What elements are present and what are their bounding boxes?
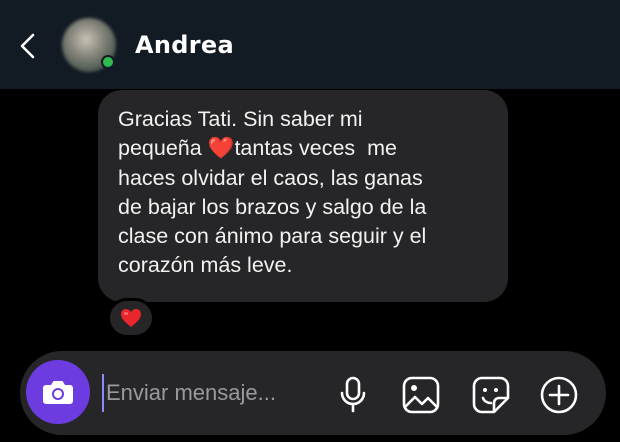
gallery-button[interactable] (400, 374, 442, 416)
reaction-badge[interactable]: ❤️ (107, 298, 155, 338)
message-input[interactable] (102, 374, 322, 412)
microphone-icon (340, 376, 366, 413)
heart-icon (121, 309, 141, 327)
camera-button[interactable] (26, 360, 90, 424)
message-text: Gracias Tati. Sin saber mi pequeña ❤️‍ta… (118, 107, 427, 278)
contact-name[interactable]: Andrea (135, 28, 234, 62)
chat-screen: Andrea Gracias Tati. Sin saber mi pequeñ… (0, 0, 620, 442)
chevron-left-icon (20, 33, 35, 59)
image-icon (402, 376, 440, 414)
sticker-button[interactable] (470, 374, 512, 416)
online-indicator (101, 55, 115, 69)
back-button[interactable] (12, 28, 44, 64)
more-options-button[interactable] (538, 374, 580, 416)
plus-circle-icon (540, 376, 578, 414)
sticker-icon (472, 376, 510, 414)
chat-header: Andrea (0, 0, 620, 89)
voice-message-button[interactable] (332, 374, 374, 416)
message-bubble[interactable]: Gracias Tati. Sin saber mi pequeña ❤️‍ta… (98, 90, 508, 302)
camera-icon (43, 381, 73, 404)
